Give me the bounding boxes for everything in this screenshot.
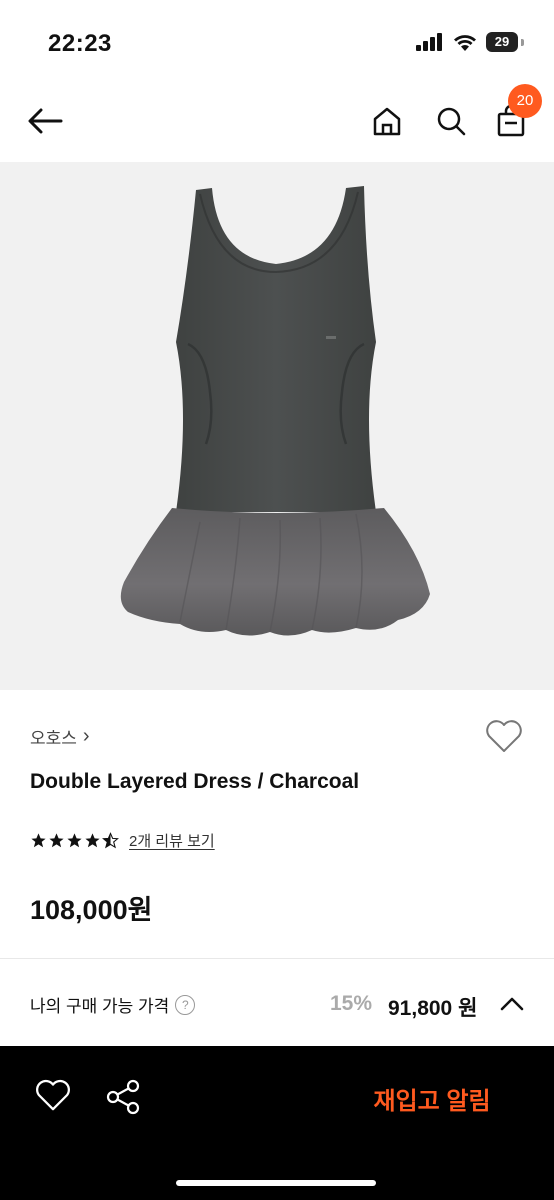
search-button[interactable] bbox=[428, 98, 474, 144]
price-toggle-button[interactable] bbox=[498, 990, 526, 1018]
wifi-icon bbox=[454, 34, 476, 51]
status-icons: 29 bbox=[416, 32, 524, 52]
review-link[interactable]: 2개 리뷰 보기 bbox=[129, 830, 215, 851]
star-icon bbox=[67, 833, 82, 848]
heart-icon bbox=[486, 720, 522, 752]
star-icon bbox=[31, 833, 46, 848]
discount-rate: 15% bbox=[330, 992, 373, 1015]
star-rating bbox=[30, 832, 119, 849]
rating-row: 2개 리뷰 보기 bbox=[30, 830, 215, 851]
help-icon[interactable]: ? bbox=[175, 994, 196, 1015]
bottom-action-bar: 재입고 알림 bbox=[0, 1046, 554, 1200]
share-button[interactable] bbox=[104, 1078, 144, 1118]
cellular-signal-icon bbox=[416, 33, 442, 51]
battery-icon: 29 bbox=[486, 32, 524, 52]
home-indicator[interactable] bbox=[176, 1180, 376, 1186]
dress-image bbox=[120, 186, 431, 636]
top-nav bbox=[0, 80, 554, 162]
divider bbox=[0, 958, 554, 959]
product-title: Double Layered Dress / Charcoal bbox=[30, 770, 360, 793]
brand-name: 오호스 bbox=[30, 729, 77, 748]
back-button[interactable] bbox=[22, 98, 68, 144]
product-price: 108,000원 bbox=[30, 895, 153, 925]
wishlist-button[interactable] bbox=[484, 718, 524, 758]
product-image[interactable] bbox=[0, 162, 554, 690]
my-price-label-group: 나의 구매 가능 가격 ? bbox=[30, 992, 196, 1017]
my-price-value: 91,800 원 bbox=[388, 997, 478, 1020]
home-button[interactable] bbox=[364, 98, 410, 144]
battery-level: 29 bbox=[494, 34, 510, 49]
cart-count-badge: 20 bbox=[508, 84, 542, 118]
home-icon bbox=[373, 107, 401, 136]
back-arrow-icon bbox=[28, 108, 63, 134]
star-icon bbox=[49, 833, 64, 848]
status-bar: 22:23 29 bbox=[0, 0, 554, 80]
bottom-wishlist-button[interactable] bbox=[34, 1078, 74, 1118]
share-icon bbox=[106, 1079, 140, 1115]
my-price-label: 나의 구매 가능 가격 bbox=[30, 997, 170, 1016]
search-icon bbox=[437, 107, 466, 136]
star-icon bbox=[85, 833, 100, 848]
star-half-icon bbox=[102, 832, 119, 849]
my-price-row[interactable]: 나의 구매 가능 가격 ? 15% 91,800 원 bbox=[0, 960, 554, 1046]
chevron-up-icon bbox=[500, 997, 524, 1011]
status-time: 22:23 bbox=[48, 30, 112, 57]
heart-icon bbox=[36, 1079, 70, 1111]
chevron-right-icon: › bbox=[82, 725, 90, 747]
restock-alert-button[interactable]: 재입고 알림 bbox=[300, 1070, 554, 1126]
brand-link[interactable]: 오호스 › bbox=[30, 724, 90, 749]
